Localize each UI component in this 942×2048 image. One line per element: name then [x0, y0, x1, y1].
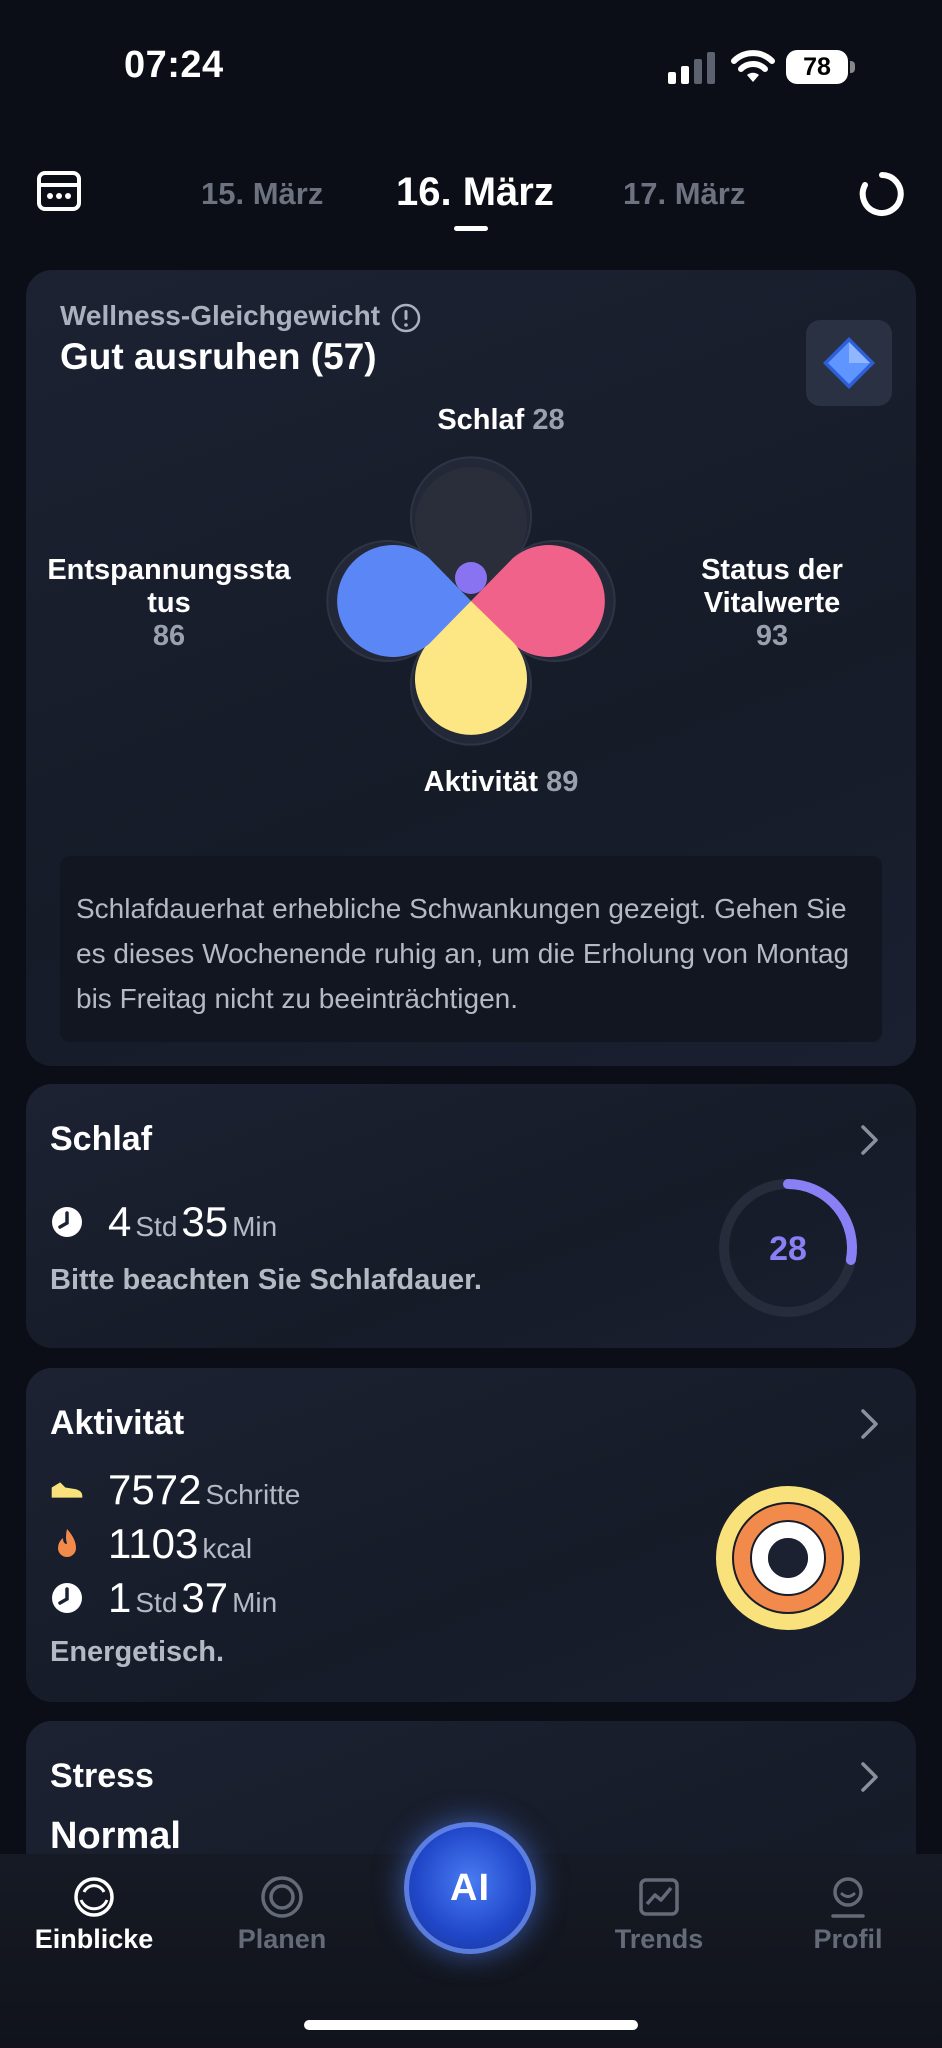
- chevron-right-icon[interactable]: [858, 1759, 882, 1795]
- chevron-right-icon[interactable]: [858, 1122, 882, 1158]
- activity-title: Aktivität: [50, 1404, 185, 1442]
- date-prev[interactable]: 15. März: [201, 176, 323, 212]
- stress-title: Stress: [50, 1757, 154, 1795]
- activity-card[interactable]: Aktivität 7572 Schritte 1103 kcal 1 Std …: [26, 1368, 916, 1702]
- stress-value: Normal: [50, 1815, 181, 1857]
- tab-trends[interactable]: Trends: [589, 1874, 729, 1955]
- sleep-score-value: 28: [769, 1230, 807, 1268]
- activity-kcal: 1103 kcal: [50, 1520, 256, 1568]
- sleep-score-ring: 28: [719, 1179, 857, 1317]
- clock-icon: [52, 1207, 82, 1237]
- profile-icon: [831, 1877, 865, 1918]
- tab-einblicke[interactable]: Einblicke: [24, 1874, 164, 1955]
- date-next[interactable]: 17. März: [623, 176, 745, 212]
- sleep-title: Schlaf: [50, 1120, 153, 1158]
- ai-assistant-button[interactable]: AI: [404, 1822, 536, 1954]
- activity-note: Energetisch.: [50, 1636, 225, 1668]
- tab-planen[interactable]: Planen: [212, 1874, 352, 1955]
- activity-steps: 7572 Schritte: [50, 1466, 304, 1514]
- wifi-icon: [731, 50, 775, 82]
- cellular-signal-icon: [668, 52, 715, 84]
- tab-profil[interactable]: Profil: [778, 1874, 918, 1955]
- sync-icon[interactable]: [858, 170, 906, 218]
- status-time: 07:24: [124, 44, 224, 86]
- chevron-right-icon[interactable]: [858, 1406, 882, 1442]
- battery-level: 78: [786, 50, 848, 84]
- wellness-label: Wellness-Gleichgewicht: [60, 300, 381, 331]
- sleep-note: Bitte beachten Sie Schlafdauer.: [50, 1264, 482, 1296]
- wellness-flower-chart: [326, 456, 616, 746]
- wellness-value: Gut ausruhen (57): [60, 336, 377, 377]
- home-indicator: [304, 2020, 638, 2030]
- gem-icon[interactable]: [806, 320, 892, 406]
- date-current-indicator: [454, 226, 488, 231]
- trends-icon: [639, 1878, 679, 1916]
- petal-label-sleep: Schlaf 28: [437, 404, 565, 436]
- flower-center: [455, 562, 487, 594]
- calendar-icon[interactable]: [36, 168, 82, 214]
- petal-label-vitals: Status der Vitalwerte 93: [701, 554, 843, 652]
- plan-icon: [261, 1876, 303, 1918]
- clock-icon: [52, 1583, 82, 1613]
- date-current[interactable]: 16. März: [396, 170, 554, 215]
- activity-time: 1 Std 37 Min: [50, 1574, 281, 1622]
- battery-icon: 78: [786, 50, 856, 84]
- sleep-duration: 4 Std 35 Min: [50, 1198, 281, 1246]
- activity-rings: [716, 1486, 860, 1630]
- petal-label-activity: Aktivität 89: [423, 766, 579, 798]
- flame-icon: [58, 1529, 76, 1557]
- wellness-card[interactable]: Wellness-Gleichgewicht Gut ausruhen (57)…: [26, 270, 916, 1066]
- advice-text: Schlafdauerhat erhebliche Schwankungen g…: [60, 856, 882, 1042]
- sleep-card[interactable]: Schlaf 4 Std 35 Min Bitte beachten Sie S…: [26, 1084, 916, 1348]
- info-icon[interactable]: [390, 302, 422, 334]
- shoe-icon: [51, 1482, 83, 1498]
- insights-icon: [74, 1877, 114, 1917]
- petal-label-relaxation: Entspannungssta tus 86: [47, 554, 291, 652]
